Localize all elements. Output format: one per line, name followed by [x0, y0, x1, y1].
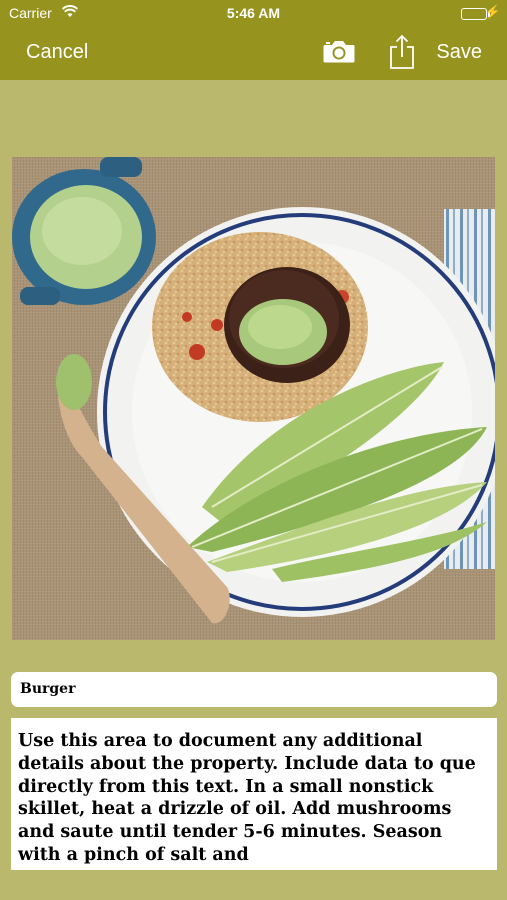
status-bar: Carrier 5:46 AM ⚡: [0, 0, 507, 28]
save-button[interactable]: Save: [436, 41, 482, 64]
charging-icon: ⚡: [484, 4, 501, 19]
share-icon[interactable]: [389, 34, 415, 75]
title-input[interactable]: Burger: [11, 672, 497, 707]
cancel-button[interactable]: Cancel: [26, 41, 88, 64]
notes-textarea[interactable]: Use this area to document any additional…: [11, 718, 497, 870]
nav-bar: Cancel Save: [0, 28, 507, 80]
recipe-photo[interactable]: [12, 157, 495, 640]
status-time: 5:46 AM: [226, 5, 281, 21]
battery-icon: [461, 8, 490, 20]
camera-icon[interactable]: [322, 38, 356, 69]
